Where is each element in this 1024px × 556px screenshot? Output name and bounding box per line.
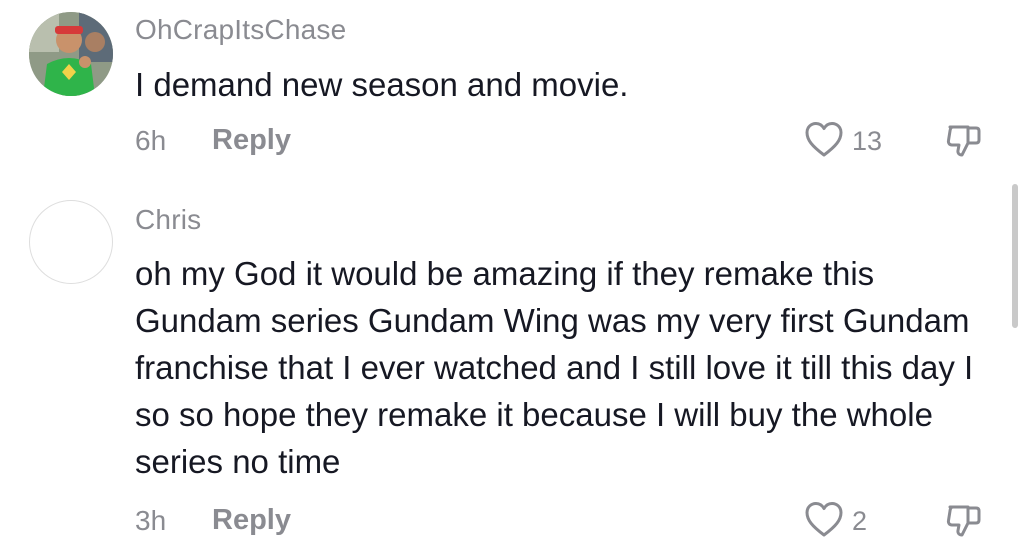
avatar[interactable] (29, 12, 113, 96)
heart-outline-icon[interactable] (804, 500, 844, 540)
reply-button[interactable]: Reply (212, 504, 291, 537)
thumbs-down-icon[interactable] (944, 501, 984, 541)
comment-timestamp: 6h (135, 125, 167, 156)
comment-text: oh my God it would be amazing if they re… (135, 255, 974, 480)
comment-username[interactable]: Chris (135, 204, 201, 236)
comment-item: Chris oh my God it would be amazing if t… (0, 180, 1024, 556)
avatar[interactable] (29, 200, 113, 284)
comment-text: I demand new season and movie. (135, 66, 629, 103)
comment-timestamp: 3h (135, 505, 167, 536)
reply-button[interactable]: Reply (212, 124, 291, 157)
profile-photo-icon (29, 12, 113, 96)
heart-outline-icon[interactable] (804, 120, 844, 160)
scrollbar[interactable] (1012, 184, 1018, 328)
comment-username[interactable]: OhCrapItsChase (135, 14, 346, 46)
like-count: 2 (852, 506, 868, 536)
like-count: 13 (852, 126, 883, 156)
comment-item: OhCrapItsChase I demand new season and m… (0, 0, 1024, 180)
thumbs-down-icon[interactable] (944, 121, 984, 161)
